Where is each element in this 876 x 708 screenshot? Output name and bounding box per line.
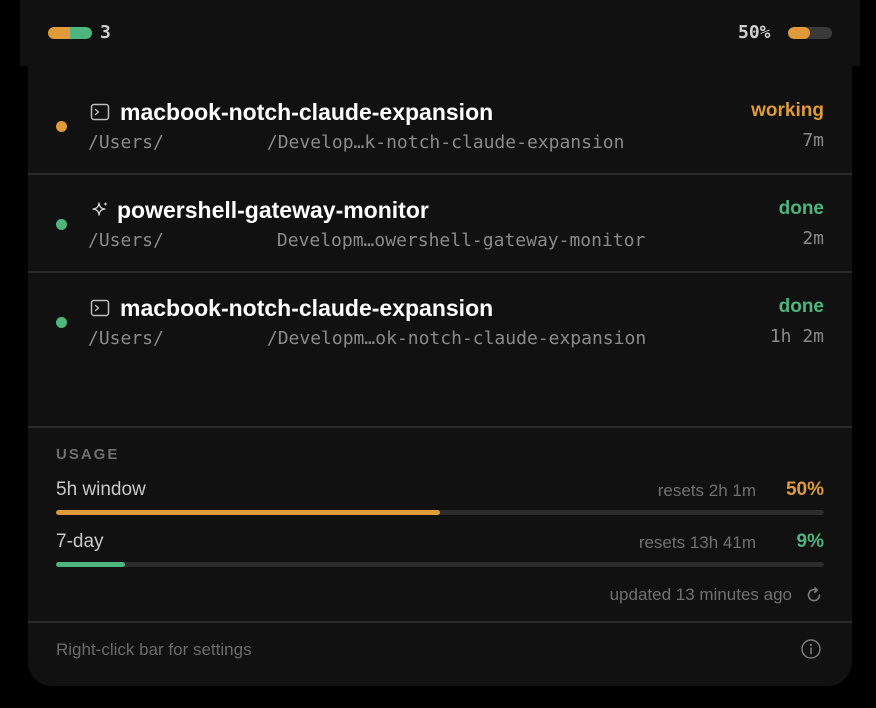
done-segment	[70, 27, 92, 39]
session-title: macbook-notch-claude-expansion	[120, 295, 494, 321]
session-status: done	[778, 198, 824, 219]
terminal-icon	[90, 103, 110, 121]
session-path: /Users/ /Develop…k-notch-claude-expansion	[88, 131, 624, 155]
status-dot	[56, 121, 67, 132]
updated-timestamp: updated 13 minutes ago	[609, 585, 792, 604]
session-elapsed: 2m	[802, 228, 824, 249]
settings-hint: Right-click bar for settings	[56, 640, 252, 659]
divider	[28, 621, 852, 623]
path-end: /Develop…k-notch-claude-expansion	[266, 132, 625, 153]
path-start: /Users/	[88, 132, 164, 153]
session-title: powershell-gateway-monitor	[117, 197, 429, 223]
divider	[28, 426, 852, 428]
terminal-icon	[90, 299, 110, 317]
usage-reset-time: resets 13h 41m	[638, 533, 756, 552]
session-status: working	[751, 100, 824, 121]
path-start: /Users/	[88, 328, 164, 349]
session-status: done	[778, 296, 824, 317]
session-elapsed: 1h 2m	[769, 326, 824, 347]
usage-window-label: 5h window	[56, 479, 146, 500]
status-dot	[56, 317, 67, 328]
usage-pill	[788, 27, 832, 39]
path-start: /Users/	[88, 230, 164, 251]
path-end: /Developm…ok-notch-claude-expansion	[266, 328, 647, 349]
usage-pill-fill	[788, 27, 810, 39]
usage-reset-time: resets 2h 1m	[657, 481, 756, 500]
session-title: macbook-notch-claude-expansion	[120, 99, 494, 125]
session-count-pill	[48, 27, 92, 39]
notch-bar[interactable]: 3 50%	[20, 0, 860, 66]
usage-percent: 9%	[796, 531, 824, 552]
path-end: Developm…owershell-gateway-monitor	[276, 230, 646, 251]
status-dot	[56, 219, 67, 230]
session-path: /Users/ /Developm…ok-notch-claude-expansi…	[88, 327, 646, 351]
usage-window-label: 7-day	[56, 531, 104, 552]
working-segment	[48, 27, 70, 39]
usage-heading: USAGE	[56, 446, 120, 463]
expanded-panel: macbook-notch-claude-expansion /Users/ /D…	[28, 66, 852, 686]
usage-percent: 50%	[785, 479, 824, 500]
session-row[interactable]: powershell-gateway-monitor /Users/Develo…	[28, 175, 852, 273]
usage-bar-fill	[56, 510, 440, 515]
session-row[interactable]: macbook-notch-claude-expansion /Users/ /D…	[28, 273, 852, 371]
usage-percent: 50%	[738, 22, 771, 43]
usage-bar	[56, 562, 824, 567]
session-row[interactable]: macbook-notch-claude-expansion /Users/ /D…	[28, 66, 852, 164]
info-icon[interactable]	[800, 638, 822, 660]
session-elapsed: 7m	[802, 130, 824, 151]
usage-bar	[56, 510, 824, 515]
sparkle-icon	[92, 202, 108, 216]
session-path: /Users/Developm…owershell-gateway-monito…	[88, 229, 645, 253]
refresh-icon[interactable]	[804, 585, 824, 605]
session-count: 3	[100, 22, 111, 43]
usage-bar-fill	[56, 562, 126, 567]
